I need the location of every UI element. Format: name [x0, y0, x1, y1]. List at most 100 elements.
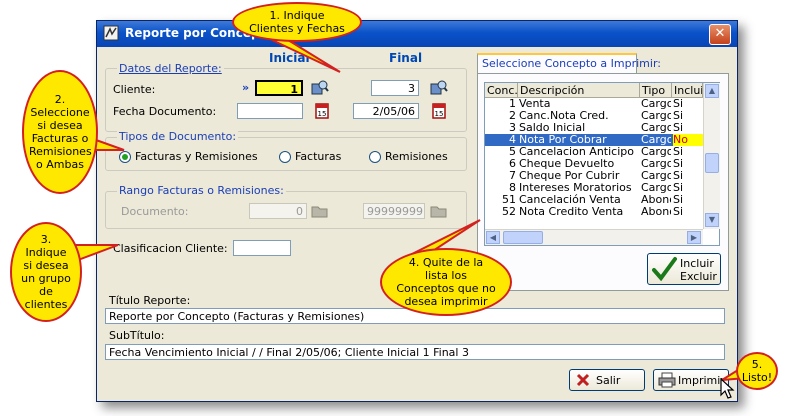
tipos-group-label: Tipos de Documento:	[117, 130, 239, 143]
scroll-down-icon[interactable]: ▼	[705, 213, 719, 227]
close-x-icon	[576, 373, 590, 387]
documento-final-input[interactable]: 99999999	[363, 203, 425, 219]
table-row[interactable]: 2 Canc.Nota Cred. Cargo Si	[485, 110, 703, 122]
checkmark-icon	[652, 257, 677, 282]
table-row[interactable]: 7 Cheque Por Cubrir Cargo Si	[485, 170, 703, 182]
column-header-tipo[interactable]: Tipo	[640, 83, 672, 98]
callout-4-text: 4. Quite de la lista los Conceptos que n…	[396, 256, 496, 308]
table-row[interactable]: 51Cancelación Venta AbonoSi	[485, 194, 703, 206]
table-cell-tipo: Cargo	[641, 182, 671, 194]
search-client-final-icon[interactable]	[430, 79, 448, 97]
salir-label: Salir	[596, 374, 621, 387]
table-cell-incluir: Si	[673, 122, 684, 134]
column-header-descripcion[interactable]: Descripción	[518, 83, 640, 98]
calendar-final-icon[interactable]: 15	[430, 102, 448, 120]
table-cell-incluir: Si	[673, 158, 684, 170]
titulo-label: Título Reporte:	[109, 294, 191, 307]
table-cell-desc: Cheque Por Cubrir	[519, 170, 620, 182]
table-cell-desc: Cancelación Venta	[519, 194, 621, 206]
table-cell-tipo: Cargo	[641, 98, 671, 110]
table-cell-conc: 7	[509, 170, 516, 182]
table-cell-tipo: Cargo	[641, 170, 671, 182]
subtitulo-input[interactable]: Fecha Vencimiento Inicial / / Final 2/05…	[105, 344, 725, 360]
app-icon	[103, 25, 119, 41]
scroll-thumb[interactable]	[705, 153, 719, 173]
folder-final-icon[interactable]	[430, 202, 448, 220]
documento-label: Documento:	[121, 205, 189, 218]
table-row[interactable]: 4 Nota Por Cobrar Cargo No	[485, 134, 703, 146]
imprimir-button[interactable]: Imprimir	[653, 369, 729, 391]
radio-label-facturas-remisiones: Facturas y Remisiones	[135, 150, 258, 163]
mouse-pointer-icon	[720, 378, 735, 399]
radio-facturas[interactable]	[279, 151, 291, 163]
imprimir-label: Imprimir	[678, 374, 725, 387]
fecha-inicial-input[interactable]	[237, 103, 303, 119]
horizontal-scrollbar[interactable]: ◀ ▶	[485, 229, 703, 245]
callout-4: 4. Quite de la lista los Conceptos que n…	[380, 248, 512, 316]
subtitulo-label: SubTítulo:	[109, 329, 165, 342]
conceptos-table[interactable]: Conc. Descripción Tipo Incluir 1Venta Car…	[484, 82, 720, 246]
table-row[interactable]: 52Nota Credito Venta AbonoSi	[485, 206, 703, 218]
svg-text:15: 15	[435, 110, 444, 118]
title-bar[interactable]: Reporte por Concepto ✕	[97, 21, 737, 47]
clasificacion-input[interactable]	[233, 240, 291, 256]
table-cell-tipo: Abono	[641, 206, 671, 218]
table-cell-incluir: Si	[673, 98, 684, 110]
incluir-label: Incluir	[680, 257, 714, 270]
search-client-icon[interactable]	[311, 79, 329, 97]
table-row[interactable]: 1 Venta Cargo Si	[485, 98, 703, 110]
table-row[interactable]: 3 Saldo Inicial Cargo Si	[485, 122, 703, 134]
callout-1: 1. Indique Clientes y Fechas	[232, 2, 362, 42]
printer-icon	[658, 372, 676, 388]
table-row[interactable]: 5 Cancelacion Anticipo Cargo Si	[485, 146, 703, 158]
table-cell-desc: Cancelacion Anticipo	[519, 146, 634, 158]
scroll-right-icon[interactable]: ▶	[687, 231, 701, 244]
table-row[interactable]: 6 Cheque Devuelto Cargo Si	[485, 158, 703, 170]
callout-5-text: 5. Listo!	[741, 358, 773, 384]
tab-conceptos[interactable]: Seleccione Concepto a Imprimir:	[477, 53, 661, 73]
documento-inicial-input[interactable]: 0	[249, 203, 307, 219]
column-header-incluir[interactable]: Incluir	[672, 83, 703, 98]
calendar-icon[interactable]: 15	[313, 102, 331, 120]
scroll-up-icon[interactable]: ▲	[705, 84, 719, 98]
datos-group-label: Datos del Reporte:	[117, 62, 224, 75]
h-scroll-thumb[interactable]	[503, 231, 543, 244]
table-cell-conc: 2	[509, 110, 516, 122]
table-cell-incluir: Si	[673, 206, 684, 218]
table-cell-incluir: Si	[673, 194, 684, 206]
scroll-left-icon[interactable]: ◀	[486, 231, 500, 244]
callout-5: 5. Listo!	[736, 352, 778, 390]
cliente-inicial-input[interactable]: 1	[255, 80, 303, 96]
cliente-final-input[interactable]: 3	[371, 80, 419, 96]
callout-1-text: 1. Indique Clientes y Fechas	[249, 9, 345, 35]
fecha-final-input[interactable]: 2/05/06	[353, 103, 419, 119]
table-cell-tipo: Cargo	[641, 158, 671, 170]
close-button[interactable]: ✕	[709, 24, 731, 45]
radio-remisiones[interactable]	[369, 151, 381, 163]
table-cell-conc: 5	[509, 146, 516, 158]
radio-label-facturas: Facturas	[295, 150, 342, 163]
clasificacion-label: Clasificacion Cliente:	[113, 242, 228, 255]
table-row[interactable]: 8 Intereses Moratorios Cargo Si	[485, 182, 703, 194]
callout-2-text: 2. Seleccione si desea Facturas o Remisi…	[29, 93, 92, 171]
report-window: Reporte por Concepto ✕ Inicial Final Dat…	[96, 20, 738, 402]
table-cell-incluir: No	[673, 134, 703, 146]
radio-facturas-remisiones[interactable]	[119, 151, 131, 163]
table-cell-conc: 1	[509, 98, 516, 110]
table-cell-tipo: Cargo	[641, 146, 671, 158]
table-cell-incluir: Si	[673, 110, 684, 122]
salir-button[interactable]: Salir	[569, 369, 645, 391]
incluir-excluir-button[interactable]: Incluir Excluir	[647, 253, 721, 285]
table-cell-conc: 3	[509, 122, 516, 134]
table-body: 1 Venta Cargo Si 2 Canc.Nota Cred. Cargo Si 3 Sal…	[485, 98, 703, 230]
vertical-scrollbar[interactable]: ▲ ▼	[703, 83, 720, 229]
table-cell-conc: 6	[509, 158, 516, 170]
table-cell-desc: Venta	[519, 98, 551, 110]
cliente-marker: »	[242, 81, 250, 94]
table-cell-desc: Canc.Nota Cred.	[519, 110, 609, 122]
column-header-conc[interactable]: Conc.	[485, 83, 518, 98]
table-cell-desc: Nota Credito Venta	[519, 206, 624, 218]
folder-icon[interactable]	[311, 202, 329, 220]
final-header: Final	[389, 51, 423, 65]
callout-3-text: 3. Indique si desea un grupo de clientes	[21, 233, 71, 311]
